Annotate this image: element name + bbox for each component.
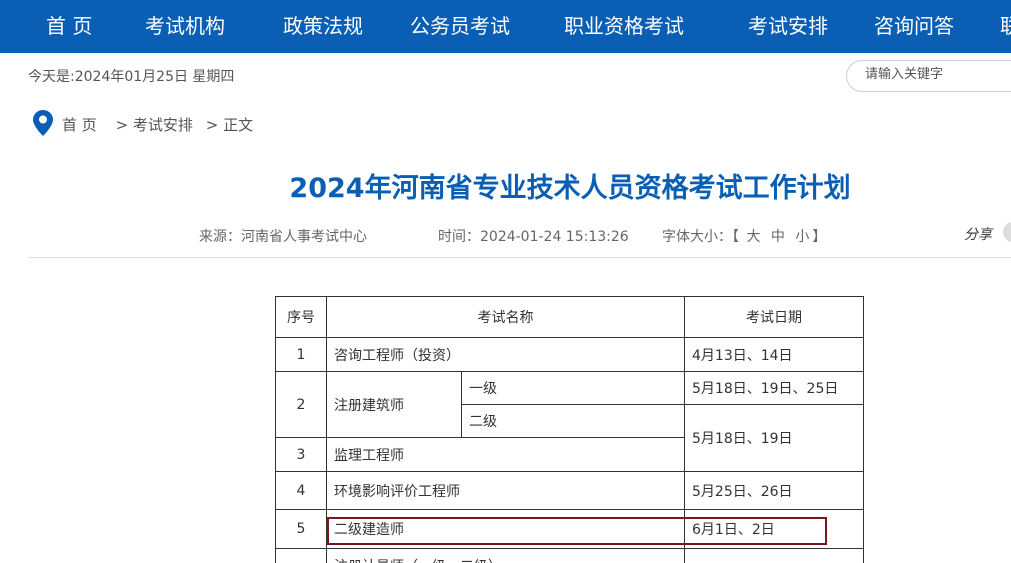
breadcrumb-exam-schedule[interactable]: 考试安排 [133,116,193,134]
exam-name: 注册建筑师 [326,371,462,438]
row-number: 4 [275,471,327,510]
row-number: 2 [275,371,327,438]
exam-schedule-table: 序号 考试名称 考试日期 1 咨询工程师（投资） 4月13日、14日 2 注册建… [275,296,864,563]
table-row: 5 二级建造师 6月1日、2日 [275,509,864,549]
exam-date: 5月25日、26日 [684,471,864,510]
nav-civil-service[interactable]: 公务员考试 [410,0,510,53]
share-icon[interactable] [1003,222,1011,242]
breadcrumb-separator: > [205,116,219,134]
exam-name: 监理工程师 [326,437,685,472]
exam-date: 5月18日、19日 [684,404,864,472]
header-cell: 考试日期 [684,296,864,338]
page-title: 2024年河南省专业技术人员资格考试工作计划 [289,173,851,204]
table-row: 2 注册建筑师 一级 5月18日、19日、25日 [275,371,864,438]
font-size-bracket: 】 [812,229,827,245]
font-size-controls: 字体大小：【 大 中 小】 [662,226,826,246]
exam-name: 二级建造师 [326,509,685,549]
row-number [275,548,327,563]
exam-date [684,548,864,563]
breadcrumb: 首 页 > 考试安排 > 正文 [62,114,253,135]
header-cell: 序号 [275,296,327,338]
exam-name: 环境影响评价工程师 [326,471,685,510]
font-size-medium-button[interactable]: 中 [771,229,785,245]
breadcrumb-current: 正文 [223,116,254,134]
row-number: 5 [275,509,327,549]
nav-exam-agencies[interactable]: 考试机构 [145,0,225,53]
search-box[interactable] [846,60,1011,92]
divider [28,257,1011,258]
nav-policies[interactable]: 政策法规 [283,0,363,53]
exam-level: 二级 [461,404,685,438]
nav-professional-qualification[interactable]: 职业资格考试 [564,0,684,53]
location-pin-icon [33,110,53,136]
font-size-label: 字体大小： [662,229,732,245]
table-row: 4 环境影响评价工程师 5月25日、26日 [275,471,864,510]
table-row: 注册计量师（一级、二级） [275,548,864,563]
share-button[interactable]: 分享 [964,224,992,244]
nav-contact[interactable]: 联 [1000,0,1011,53]
nav-consultation[interactable]: 咨询问答 [874,0,954,53]
search-input[interactable] [865,67,1011,82]
current-date: 今天是:2024年01月25日 星期四 [28,69,235,85]
article-source: 来源：河南省人事考试中心 [199,229,367,245]
nav-exam-schedule[interactable]: 考试安排 [748,0,828,53]
row-number: 3 [275,437,327,472]
font-size-large-button[interactable]: 大 [746,229,760,245]
breadcrumb-separator: > [115,116,129,134]
exam-name: 咨询工程师（投资） [326,337,685,372]
exam-date: 5月18日、19日、25日 [684,371,864,405]
header-cell: 考试名称 [326,296,685,338]
font-size-small-button[interactable]: 小 [795,229,809,245]
article-time: 时间：2024-01-24 15:13:26 [438,229,629,245]
exam-level: 一级 [461,371,685,405]
breadcrumb-home[interactable]: 首 页 [62,116,97,134]
exam-date: 4月13日、14日 [684,337,864,372]
table-header-row: 序号 考试名称 考试日期 [275,296,864,338]
font-size-bracket: 【 [732,229,739,245]
top-nav: 首 页 考试机构 政策法规 公务员考试 职业资格考试 考试安排 咨询问答 联 [0,0,1011,53]
table-row: 1 咨询工程师（投资） 4月13日、14日 [275,337,864,372]
exam-name: 注册计量师（一级、二级） [326,548,685,563]
nav-home[interactable]: 首 页 [46,0,92,53]
row-number: 1 [275,337,327,372]
exam-date: 6月1日、2日 [684,509,864,549]
